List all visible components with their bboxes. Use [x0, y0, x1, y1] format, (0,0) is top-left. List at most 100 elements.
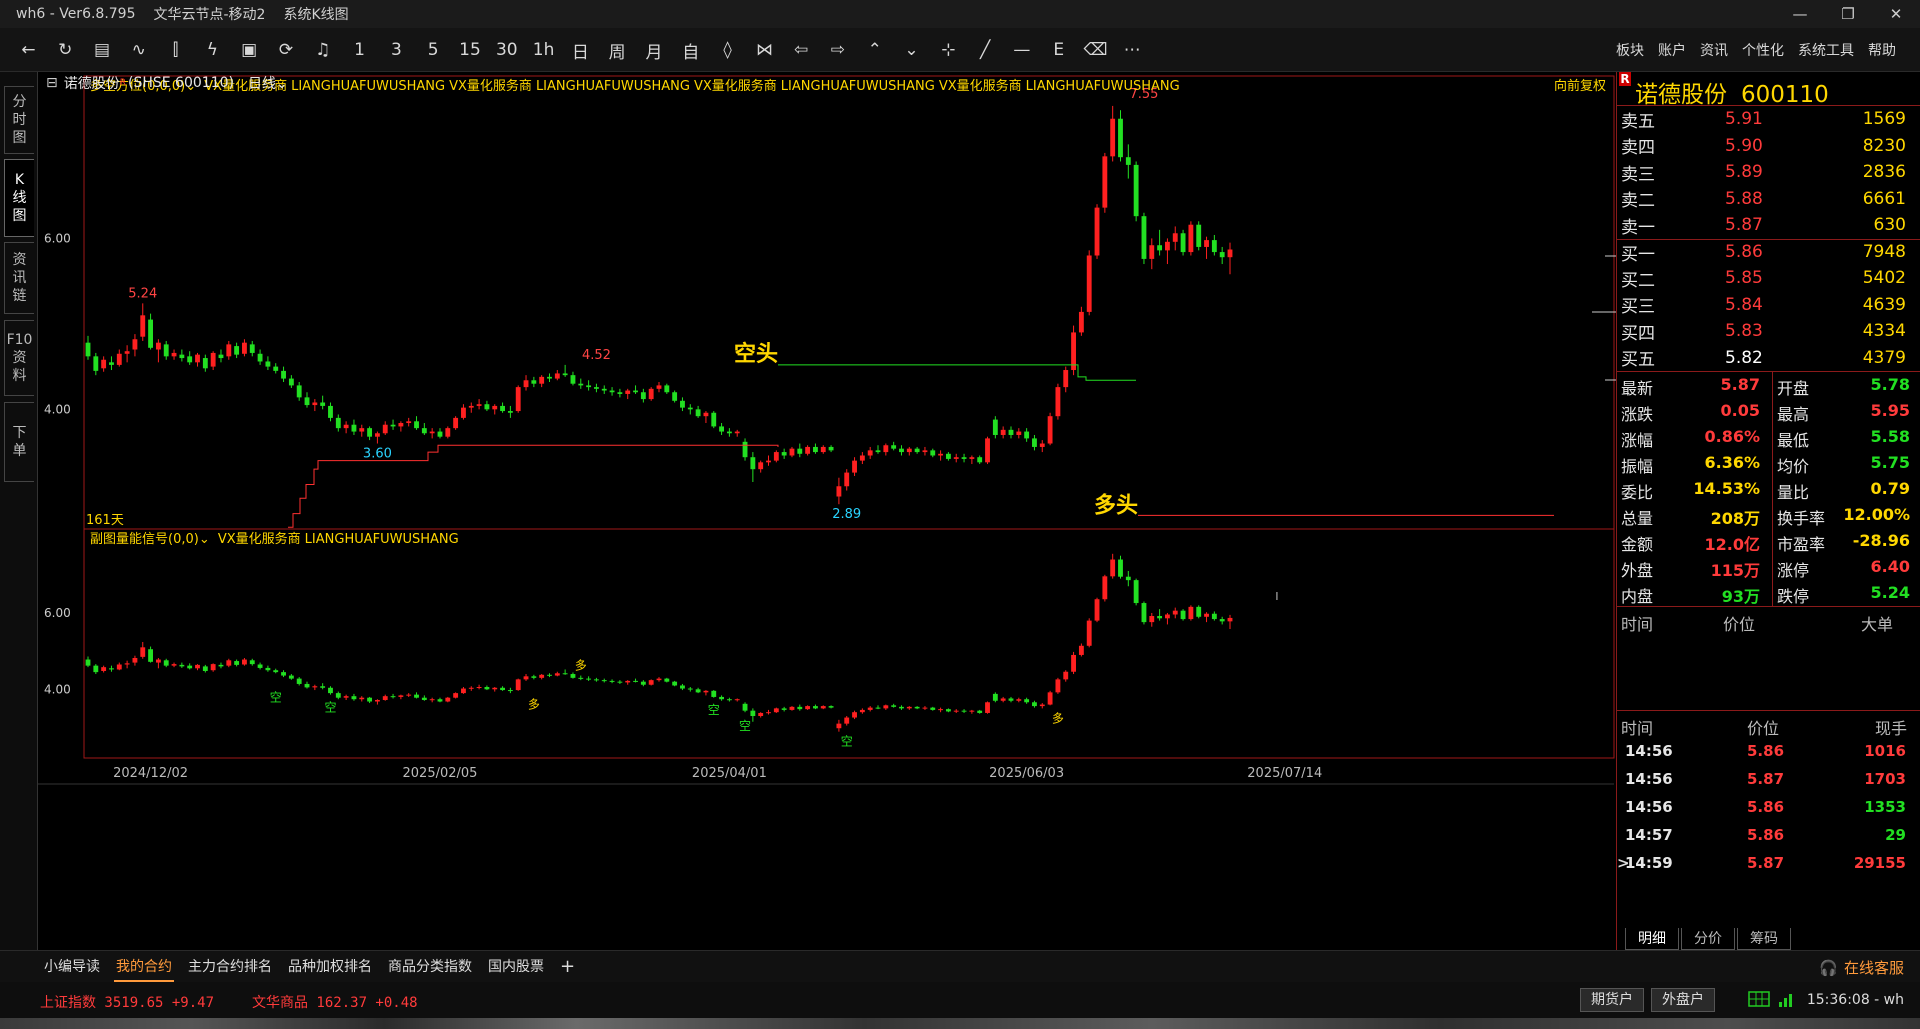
- candle: [961, 457, 967, 459]
- book-row[interactable]: 卖三 5.89 2836: [1617, 159, 1920, 186]
- period-month[interactable]: 月: [636, 28, 673, 72]
- period-dropdown[interactable]: 日线⌄: [248, 73, 288, 93]
- adjust-label[interactable]: 向前复权: [1554, 78, 1606, 94]
- menu-item-2[interactable]: 资讯: [1700, 40, 1728, 60]
- period-15m[interactable]: 15: [452, 28, 489, 72]
- stock-header: ⊟ 诺德股份 R (SHSE 600110) 日线⌄: [46, 73, 288, 93]
- period-custom[interactable]: 自: [672, 28, 709, 72]
- quote-tab-1[interactable]: 分价: [1681, 928, 1735, 950]
- sub-candle: [781, 708, 787, 710]
- move-right-icon[interactable]: ⇨: [820, 28, 857, 72]
- book-volume: 4334: [1862, 321, 1906, 342]
- book-row[interactable]: 卖一 5.87 630: [1617, 212, 1920, 239]
- period-3m[interactable]: 3: [378, 28, 415, 72]
- period-week[interactable]: 周: [599, 28, 636, 72]
- bottom-tab-3[interactable]: 品种加权排名: [286, 952, 374, 982]
- sub-candle: [179, 664, 185, 667]
- main-y-label: 6.00: [44, 231, 71, 245]
- sub-indicator-header[interactable]: 副图量能信号(0,0)⌄ VX量化服务商 LIANGHUAFUWUSHANG: [90, 531, 459, 547]
- sub-candle: [617, 681, 623, 683]
- book-row[interactable]: 卖二 5.88 6661: [1617, 186, 1920, 213]
- menu-item-4[interactable]: 系统工具: [1798, 40, 1854, 60]
- zoom-out-icon[interactable]: ⋈: [746, 28, 783, 72]
- crosshair-icon[interactable]: ⊹: [930, 28, 967, 72]
- move-left-icon[interactable]: ⇦: [783, 28, 820, 72]
- period-1m[interactable]: 1: [341, 28, 378, 72]
- left-tab-1[interactable]: K 线 图: [4, 159, 34, 237]
- period-5m[interactable]: 5: [415, 28, 452, 72]
- menu-item-1[interactable]: 账户: [1658, 40, 1686, 60]
- sub-candle: [320, 686, 326, 688]
- sub-candle: [1125, 576, 1131, 581]
- sub-candle: [312, 686, 318, 688]
- period-1h[interactable]: 1h: [525, 28, 562, 72]
- draw-line-icon[interactable]: ╱: [967, 28, 1004, 72]
- flash-icon[interactable]: ⟳: [268, 28, 305, 72]
- add-tab-button[interactable]: +: [560, 956, 575, 977]
- left-tab-2[interactable]: 资 讯 链: [4, 242, 34, 314]
- left-tab-3[interactable]: F10 资 料: [4, 320, 34, 396]
- bottom-tab-0[interactable]: 小编导读: [42, 952, 102, 982]
- candle: [148, 319, 154, 348]
- sub-indicator-name[interactable]: 副图量能信号(0,0): [90, 532, 199, 547]
- candle: [820, 446, 826, 453]
- book-row[interactable]: 买三 5.84 4639: [1617, 292, 1920, 319]
- bell-icon[interactable]: ♫: [304, 28, 341, 72]
- book-row[interactable]: 卖五 5.91 1569: [1617, 106, 1920, 133]
- book-row[interactable]: 卖四 5.90 8230: [1617, 133, 1920, 160]
- menu-item-3[interactable]: 个性化: [1742, 40, 1784, 60]
- sub-candle: [805, 706, 811, 710]
- refresh-icon[interactable]: ↻: [47, 28, 84, 72]
- candle: [687, 407, 693, 410]
- futures-account-button[interactable]: 期货户: [1580, 988, 1644, 1012]
- main-menu: 板块 账户 资讯 个性化 系统工具 帮助: [1602, 28, 1896, 72]
- back-arrow-icon[interactable]: ←: [10, 28, 47, 72]
- close-icon[interactable]: ✕: [1872, 0, 1920, 28]
- sub-candle: [124, 663, 130, 665]
- bottom-tab-2[interactable]: 主力合约排名: [186, 952, 274, 982]
- stat-value: 5.75: [1870, 453, 1910, 472]
- menu-item-5[interactable]: 帮助: [1868, 40, 1896, 60]
- list-icon[interactable]: ⊟: [46, 75, 58, 91]
- grid-icon[interactable]: [1748, 990, 1770, 1012]
- more-icon[interactable]: ⋯: [1114, 28, 1151, 72]
- horizontal-line-icon[interactable]: —: [1004, 28, 1041, 72]
- lightning-icon[interactable]: ϟ: [194, 28, 231, 72]
- quote-tab-0[interactable]: 明细: [1625, 928, 1679, 950]
- external-account-button[interactable]: 外盘户: [1651, 988, 1715, 1012]
- period-30m[interactable]: 30: [488, 28, 525, 72]
- minimize-icon[interactable]: —: [1776, 0, 1824, 28]
- menu-item-0[interactable]: 板块: [1616, 40, 1644, 60]
- period-day[interactable]: 日: [562, 28, 599, 72]
- kline-icon[interactable]: ⫿: [157, 28, 194, 72]
- stat-label: 涨跌: [1621, 405, 1654, 424]
- online-service-button[interactable]: 🎧 在线客服: [1819, 957, 1904, 978]
- candle: [1032, 438, 1037, 447]
- sub-candle: [1164, 614, 1170, 619]
- expand-down-icon[interactable]: ⌄: [893, 28, 930, 72]
- sub-candle: [101, 667, 107, 671]
- indicator-icon[interactable]: ▣: [231, 28, 268, 72]
- book-row[interactable]: 买二 5.85 5402: [1617, 265, 1920, 292]
- zoom-in-icon[interactable]: ◊: [709, 28, 746, 72]
- bottom-tab-4[interactable]: 商品分类指数: [386, 952, 474, 982]
- sub-candle: [531, 676, 537, 678]
- bottom-tab-5[interactable]: 国内股票: [486, 952, 546, 982]
- bottom-tab-1[interactable]: 我的合约: [114, 952, 174, 982]
- kline-chart[interactable]: 6.004.006.004.00空头多头5.244.527.553.602.89…: [38, 72, 1616, 950]
- expand-up-icon[interactable]: ⌃: [856, 28, 893, 72]
- book-row[interactable]: 买五 5.82 4379: [1617, 345, 1920, 372]
- book-row[interactable]: 买四 5.83 4334: [1617, 318, 1920, 345]
- quote-tab-2[interactable]: 筹码: [1737, 928, 1791, 950]
- text-icon[interactable]: E: [1040, 28, 1077, 72]
- quote-list-icon[interactable]: ▤: [84, 28, 121, 72]
- candle: [633, 390, 638, 393]
- left-tab-4[interactable]: 下 单: [4, 402, 34, 482]
- restore-icon[interactable]: ❐: [1824, 0, 1872, 28]
- left-tab-0[interactable]: 分 时 图: [4, 86, 34, 154]
- stat-value: 5.87: [1720, 375, 1760, 394]
- kline-chart-area[interactable]: 6.00 4.00 6.00 4.00 空头 多头 5.24 4.52 7.55 3.60 2.89…: [38, 72, 1616, 950]
- book-row[interactable]: 买一 5.86 7948: [1617, 238, 1920, 266]
- eraser-icon[interactable]: ⌫: [1077, 28, 1114, 72]
- line-chart-icon[interactable]: ∿: [120, 28, 157, 72]
